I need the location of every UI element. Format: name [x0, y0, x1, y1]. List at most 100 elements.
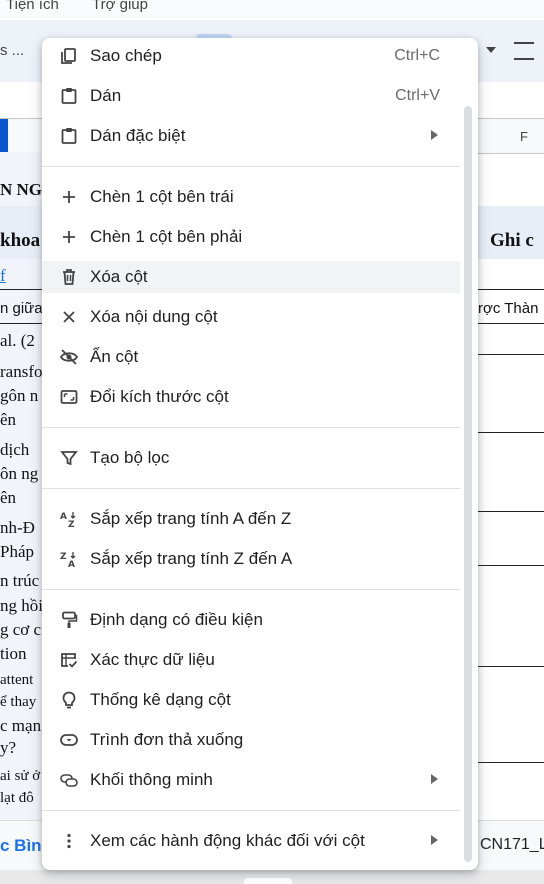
- menu-item-label: Sắp xếp trang tính Z đến A: [90, 549, 293, 568]
- link-cell[interactable]: f: [0, 266, 6, 286]
- menu-item-label: Sao chép: [90, 46, 162, 65]
- dropdown-icon: [59, 730, 79, 750]
- svg-text:Z: Z: [60, 552, 67, 562]
- menu-item-label: Xem các hành động khác đối với cột: [90, 831, 365, 850]
- menu-item-insert-right[interactable]: Chèn 1 cột bên phải: [42, 221, 460, 253]
- sort-az-icon: AZ: [59, 509, 79, 529]
- trash-icon: [59, 267, 79, 287]
- menu-trogiup[interactable]: Trợ giúp: [92, 0, 148, 13]
- header-cell-khoa[interactable]: khoa: [0, 230, 40, 252]
- cell-r4b[interactable]: ôn ng: [0, 464, 38, 484]
- cell-r6a[interactable]: n trúc: [0, 571, 39, 591]
- menu-item-label: Chèn 1 cột bên phải: [90, 227, 243, 246]
- cell-r4a[interactable]: dịch: [0, 440, 29, 460]
- menu-item-insert-left[interactable]: Chèn 1 cột bên trái: [42, 181, 460, 213]
- align-icon[interactable]: [514, 42, 534, 60]
- shortcut-label: Ctrl+C: [394, 47, 440, 64]
- column-context-menu: Sao chép Ctrl+C Dán Ctrl+V Dán đặc biệt …: [42, 38, 478, 870]
- menu-scrollbar[interactable]: [464, 106, 472, 862]
- row-divider: [474, 762, 544, 763]
- cell-r8b[interactable]: lạt đô: [0, 790, 34, 807]
- menu-item-paste[interactable]: Dán Ctrl+V: [42, 80, 460, 112]
- taskbar: [0, 870, 544, 884]
- menu-tienich[interactable]: Tiện ích: [6, 0, 59, 13]
- menu-divider: [42, 427, 460, 428]
- svg-text:Z: Z: [68, 520, 75, 529]
- cell-r5b[interactable]: Pháp: [0, 542, 34, 562]
- cell-r4c[interactable]: ên: [0, 488, 16, 508]
- cell-r6c[interactable]: g cơ c: [0, 620, 41, 640]
- paste-icon: [59, 86, 79, 106]
- row-divider: [474, 511, 544, 512]
- data-validation-icon: [59, 650, 79, 670]
- menu-item-data-validation[interactable]: Xác thực dữ liệu: [42, 644, 460, 676]
- menu-item-sort-a-z[interactable]: AZ Sắp xếp trang tính A đến Z: [42, 503, 460, 535]
- svg-text:A: A: [68, 560, 75, 569]
- menu-item-column-stats[interactable]: Thống kê dạng cột: [42, 684, 460, 716]
- cell-r1b[interactable]: rợc Thàn: [478, 300, 538, 317]
- row-divider: [474, 565, 544, 566]
- row-divider: [474, 354, 544, 355]
- menu-item-label: Định dạng có điều kiện: [90, 610, 263, 629]
- header-cell-ghichu[interactable]: Ghi c: [490, 230, 534, 252]
- menu-item-label: Đổi kích thước cột: [90, 387, 229, 406]
- menu-divider: [42, 166, 460, 167]
- selected-column-header[interactable]: [0, 119, 8, 153]
- row-divider: [474, 432, 544, 433]
- menu-item-paste-special[interactable]: Dán đặc biệt: [42, 120, 460, 152]
- cell-r7b[interactable]: ể thay: [0, 694, 36, 711]
- cell-r1[interactable]: n giữa: [0, 300, 43, 317]
- cell-r7c[interactable]: c mạn: [0, 716, 41, 736]
- menu-item-dropdown[interactable]: Trình đơn thả xuống: [42, 724, 460, 756]
- menu-divider: [42, 589, 460, 590]
- menu-item-label: Xác thực dữ liệu: [90, 650, 215, 669]
- cell-r8a[interactable]: ai sử ở: [0, 768, 40, 785]
- menu-item-label: Xóa nội dung cột: [90, 307, 218, 326]
- cell-r2[interactable]: al. (2: [0, 331, 35, 351]
- more-vert-icon: [59, 831, 79, 851]
- sheet-tab-right[interactable]: CN171_L: [480, 836, 544, 854]
- submenu-arrow-icon: [431, 835, 438, 845]
- sort-za-icon: ZA: [59, 549, 79, 569]
- font-selector[interactable]: s ...: [0, 42, 24, 59]
- menu-item-label: Thống kê dạng cột: [90, 690, 231, 709]
- resize-icon: [59, 387, 79, 407]
- menu-item-delete-column[interactable]: Xóa cột: [42, 261, 460, 293]
- column-header-f[interactable]: F: [520, 129, 528, 144]
- menu-item-label: Trình đơn thả xuống: [90, 730, 244, 749]
- cell-r5a[interactable]: nh-Đ: [0, 518, 35, 538]
- menu-item-label: Chèn 1 cột bên trái: [90, 187, 234, 206]
- cell-r6b[interactable]: ng hồi: [0, 596, 43, 616]
- filter-icon: [59, 448, 79, 468]
- cell-r3c[interactable]: ên: [0, 410, 16, 430]
- cell-r6d[interactable]: tion: [0, 644, 26, 664]
- cell-r3b[interactable]: gôn n: [0, 386, 38, 406]
- cell-r7d[interactable]: y?: [0, 738, 16, 758]
- plus-icon: [59, 227, 79, 247]
- menu-item-label: Tạo bộ lọc: [90, 448, 170, 467]
- menu-item-create-filter[interactable]: Tạo bộ lọc: [42, 442, 460, 474]
- menu-item-smart-chips[interactable]: Khối thông minh: [42, 764, 460, 796]
- taskbar-item[interactable]: [244, 878, 292, 884]
- menu-item-label: Dán: [90, 86, 122, 105]
- menu-item-clear-column[interactable]: Xóa nội dung cột: [42, 301, 460, 333]
- menu-item-hide-column[interactable]: Ẩn cột: [42, 341, 460, 373]
- row-divider: [474, 666, 544, 667]
- eye-off-icon: [59, 347, 79, 367]
- copy-icon: [59, 46, 79, 66]
- cell-r7a[interactable]: attent: [0, 672, 33, 689]
- menu-item-label: Sắp xếp trang tính A đến Z: [90, 509, 292, 528]
- menu-item-copy[interactable]: Sao chép Ctrl+C: [42, 40, 460, 72]
- menu-item-resize-column[interactable]: Đổi kích thước cột: [42, 381, 460, 413]
- menu-item-sort-z-a[interactable]: ZA Sắp xếp trang tính Z đến A: [42, 543, 460, 575]
- menu-item-conditional-formatting[interactable]: Định dạng có điều kiện: [42, 604, 460, 636]
- chevron-down-icon[interactable]: [486, 47, 496, 53]
- title-cell[interactable]: N NG: [0, 180, 42, 200]
- menu-item-label: Ẩn cột: [90, 347, 139, 366]
- menu-bar: Tiện ích Trợ giúp: [0, 0, 544, 18]
- cell-r3a[interactable]: ransfo: [0, 362, 42, 382]
- menu-item-label: Xóa cột: [90, 267, 148, 286]
- lightbulb-icon: [59, 690, 79, 710]
- paste-special-icon: [59, 126, 79, 146]
- menu-item-more-actions[interactable]: Xem các hành động khác đối với cột: [42, 825, 460, 857]
